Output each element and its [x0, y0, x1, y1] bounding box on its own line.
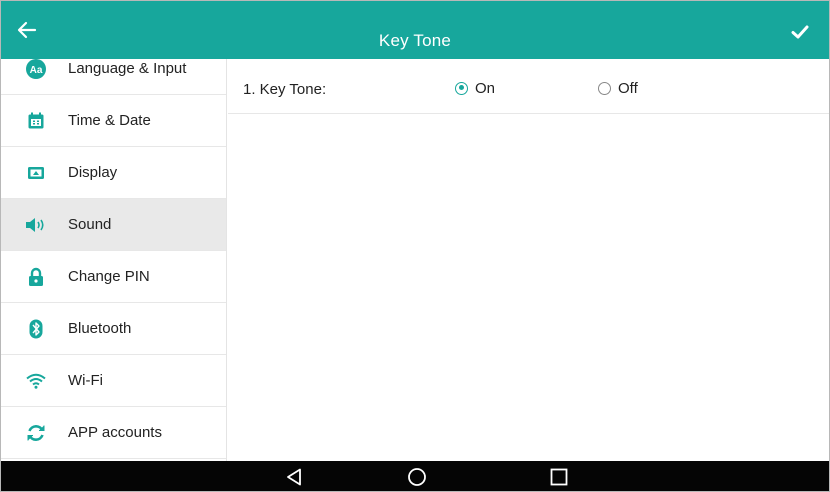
phone-screen: Key Tone Aa Language & Input Time & Date… — [0, 0, 830, 492]
page-title: Key Tone — [378, 31, 452, 51]
confirm-button[interactable] — [783, 17, 817, 47]
radio-label-on: On — [475, 79, 496, 97]
checkmark-icon — [791, 25, 809, 39]
key-tone-row: 1. Key Tone: On Off — [228, 59, 829, 114]
sidebar-item-label: Wi-Fi — [68, 372, 103, 389]
sidebar-item-sound[interactable]: Sound — [1, 199, 226, 251]
title-bar: Key Tone — [1, 1, 829, 59]
sidebar-item-label: Language & Input — [68, 60, 187, 77]
sidebar-item-app-accounts[interactable]: APP accounts — [1, 407, 226, 459]
sidebar-item-label: APP accounts — [68, 424, 162, 441]
key-tone-label: 1. Key Tone: — [243, 81, 327, 98]
sidebar-item-language-input[interactable]: Aa Language & Input — [1, 59, 226, 95]
sidebar-item-label: Change PIN — [68, 268, 150, 285]
nav-home-button[interactable] — [397, 461, 437, 491]
sidebar-item-time-date[interactable]: Time & Date — [1, 95, 226, 147]
calendar-icon — [25, 110, 47, 132]
back-triangle-icon — [287, 468, 301, 486]
radio-label-off: Off — [618, 79, 638, 97]
sidebar-item-label: Time & Date — [68, 112, 151, 129]
nav-recent-button[interactable] — [539, 461, 579, 491]
radio-unchecked-icon — [598, 81, 611, 95]
radio-checked-icon — [455, 81, 468, 95]
display-icon — [25, 162, 47, 184]
home-circle-icon — [408, 468, 426, 486]
sidebar-item-label: Sound — [68, 216, 112, 233]
sidebar-item-change-pin[interactable]: Change PIN — [1, 251, 226, 303]
settings-sidebar: Aa Language & Input Time & Date Display … — [1, 59, 227, 461]
svg-text:Aa: Aa — [30, 65, 43, 76]
sidebar-item-label: Display — [68, 164, 118, 181]
key-tone-off-radio[interactable]: Off — [598, 78, 638, 98]
speaker-icon — [25, 214, 47, 236]
sidebar-item-label: Bluetooth — [68, 320, 132, 337]
system-nav-bar — [1, 461, 829, 491]
settings-content: 1. Key Tone: On Off — [228, 59, 829, 461]
recent-square-icon — [550, 468, 568, 486]
wifi-icon — [25, 370, 47, 392]
language-icon: Aa — [25, 59, 47, 80]
sidebar-item-bluetooth[interactable]: Bluetooth — [1, 303, 226, 355]
key-tone-on-radio[interactable]: On — [455, 78, 495, 98]
sidebar-item-display[interactable]: Display — [1, 147, 226, 199]
sync-icon — [25, 422, 47, 444]
bluetooth-icon — [25, 318, 47, 340]
nav-back-button[interactable] — [274, 461, 314, 491]
sidebar-item-wifi[interactable]: Wi-Fi — [1, 355, 226, 407]
lock-icon — [25, 266, 47, 288]
